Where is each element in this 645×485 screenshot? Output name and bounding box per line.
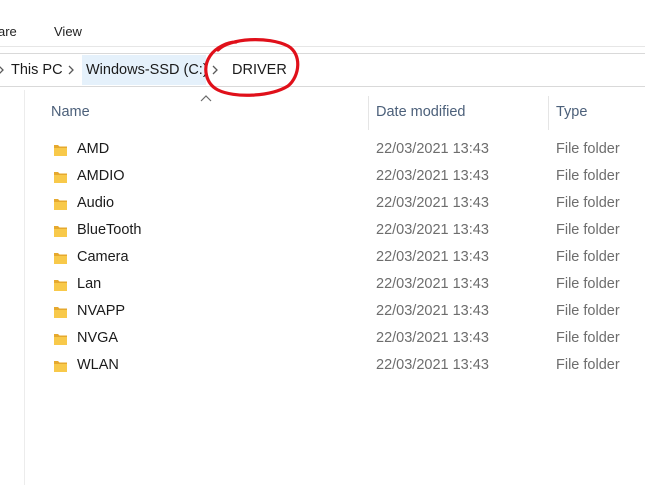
file-name: BlueTooth bbox=[77, 222, 142, 238]
folder-icon bbox=[54, 253, 67, 264]
file-type: File folder bbox=[556, 222, 620, 238]
file-name: Audio bbox=[77, 195, 115, 211]
file-type: File folder bbox=[556, 249, 620, 265]
file-name: WLAN bbox=[77, 357, 119, 373]
file-date-modified: 22/03/2021 13:43 bbox=[376, 195, 489, 211]
list-item[interactable]: WLAN 22/03/2021 13:43 File folder bbox=[44, 354, 645, 381]
file-name: NVGA bbox=[77, 330, 119, 346]
file-name: AMDIO bbox=[77, 168, 125, 184]
folder-icon bbox=[54, 145, 67, 156]
file-date-modified: 22/03/2021 13:43 bbox=[376, 276, 489, 292]
file-name: NVAPP bbox=[77, 303, 126, 319]
folder-icon bbox=[54, 199, 67, 210]
list-item[interactable]: Audio 22/03/2021 13:43 File folder bbox=[44, 192, 645, 219]
breadcrumb-this-pc[interactable]: This PC bbox=[11, 62, 63, 78]
ribbon: are View bbox=[0, 0, 645, 46]
file-date-modified: 22/03/2021 13:43 bbox=[376, 168, 489, 184]
file-type: File folder bbox=[556, 141, 620, 157]
tab-share[interactable]: are bbox=[0, 24, 17, 39]
folder-icon bbox=[54, 172, 67, 183]
column-header-type[interactable]: Type bbox=[556, 104, 587, 120]
folder-icon bbox=[54, 307, 67, 318]
file-date-modified: 22/03/2021 13:43 bbox=[376, 222, 489, 238]
chevron-right-icon[interactable] bbox=[0, 63, 6, 77]
list-item[interactable]: AMD 22/03/2021 13:43 File folder bbox=[44, 138, 645, 165]
folder-icon bbox=[54, 361, 67, 372]
file-name: Camera bbox=[77, 249, 129, 265]
column-divider[interactable] bbox=[368, 96, 369, 130]
file-date-modified: 22/03/2021 13:43 bbox=[376, 303, 489, 319]
folder-icon bbox=[54, 226, 67, 237]
file-name: Lan bbox=[77, 276, 102, 292]
list-item[interactable]: Camera 22/03/2021 13:43 File folder bbox=[44, 246, 645, 273]
file-type: File folder bbox=[556, 303, 620, 319]
folder-icon bbox=[54, 334, 67, 345]
breadcrumb-drive[interactable]: Windows-SSD (C:) bbox=[86, 62, 208, 78]
file-date-modified: 22/03/2021 13:43 bbox=[376, 330, 489, 346]
column-header-name[interactable]: Name bbox=[51, 104, 90, 120]
file-type: File folder bbox=[556, 330, 620, 346]
navigation-pane-edge bbox=[24, 90, 25, 485]
file-name: AMD bbox=[77, 141, 110, 157]
ribbon-divider bbox=[0, 46, 645, 47]
annotation-circle bbox=[204, 38, 300, 97]
file-date-modified: 22/03/2021 13:43 bbox=[376, 357, 489, 373]
list-item[interactable]: BlueTooth 22/03/2021 13:43 File folder bbox=[44, 219, 645, 246]
list-item[interactable]: AMDIO 22/03/2021 13:43 File folder bbox=[44, 165, 645, 192]
column-divider[interactable] bbox=[548, 96, 549, 130]
list-item[interactable]: NVGA 22/03/2021 13:43 File folder bbox=[44, 327, 645, 354]
chevron-right-icon[interactable] bbox=[66, 63, 76, 77]
list-item[interactable]: Lan 22/03/2021 13:43 File folder bbox=[44, 273, 645, 300]
file-type: File folder bbox=[556, 168, 620, 184]
column-header-date-modified[interactable]: Date modified bbox=[376, 104, 465, 120]
file-type: File folder bbox=[556, 357, 620, 373]
file-date-modified: 22/03/2021 13:43 bbox=[376, 249, 489, 265]
folder-icon bbox=[54, 280, 67, 291]
file-date-modified: 22/03/2021 13:43 bbox=[376, 141, 489, 157]
file-type: File folder bbox=[556, 276, 620, 292]
file-type: File folder bbox=[556, 195, 620, 211]
tab-view[interactable]: View bbox=[54, 24, 82, 39]
list-item[interactable]: NVAPP 22/03/2021 13:43 File folder bbox=[44, 300, 645, 327]
